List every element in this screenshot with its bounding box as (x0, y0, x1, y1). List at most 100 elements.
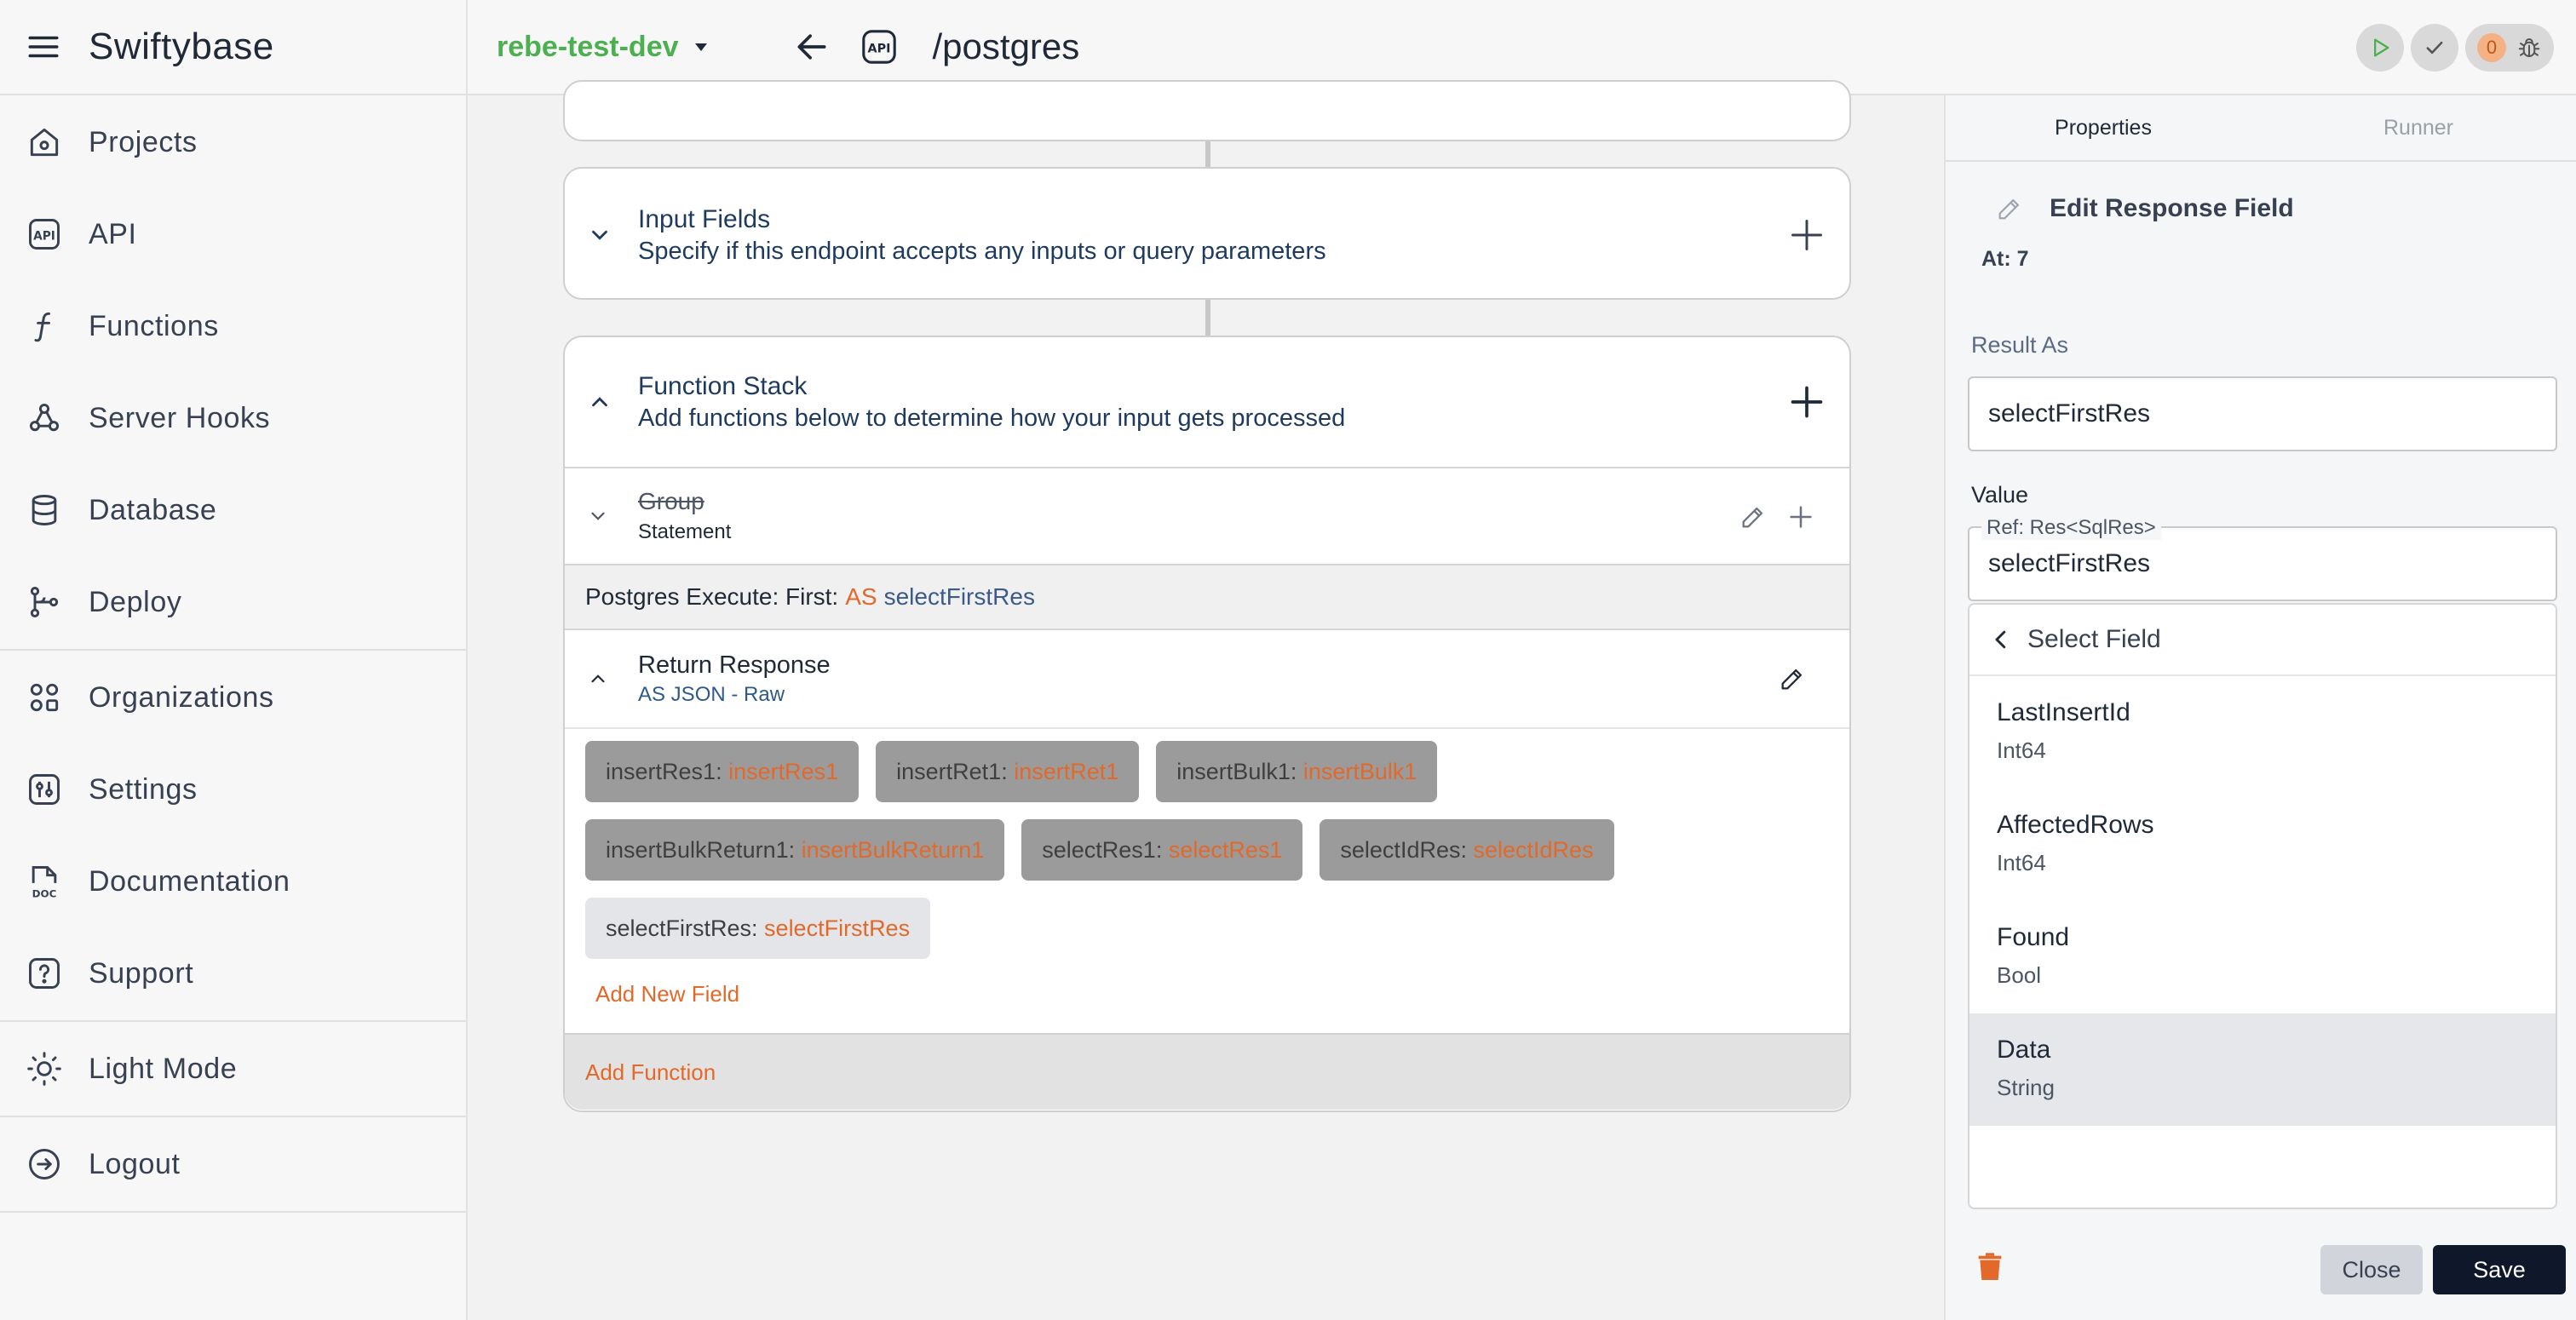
sidebar-item-support[interactable]: Support (0, 927, 466, 1019)
panel-tabs: Properties Runner (1946, 95, 2576, 162)
endpoint-path: /postgres (932, 26, 1080, 66)
api-icon: API (861, 30, 896, 64)
option-type: String (1997, 1075, 2055, 1100)
svg-text:DOC: DOC (32, 887, 57, 899)
brand-bar: Swiftybase (0, 0, 466, 95)
document-icon: DOC (32, 866, 57, 899)
sidebar-item-api[interactable]: API API (0, 188, 466, 280)
panel-title: Edit Response Field (1995, 194, 2294, 223)
sidebar-item-logout[interactable]: Logout (0, 1118, 466, 1210)
sidebar-item-light-mode[interactable]: Light Mode (0, 1023, 466, 1115)
chip-value: selectRes1 (1168, 836, 1283, 863)
sun-icon (27, 1052, 61, 1086)
response-field-chip-active[interactable]: selectFirstRes: selectFirstRes (585, 898, 931, 959)
run-button[interactable] (2356, 24, 2404, 72)
add-input-plus-icon[interactable] (1788, 216, 1826, 254)
sidebar-item-label: Settings (89, 772, 198, 806)
add-to-group-plus-icon[interactable] (1786, 502, 1815, 531)
edit-response-pencil-icon[interactable] (1778, 664, 1807, 693)
logout-icon (29, 1149, 60, 1179)
play-icon (2374, 38, 2389, 57)
save-button[interactable]: Save (2433, 1245, 2566, 1294)
option-name: AffectedRows (1997, 811, 2154, 839)
add-function-plus-icon[interactable] (1788, 383, 1826, 421)
edit-group-pencil-icon[interactable] (1739, 502, 1768, 531)
tab-runner[interactable]: Runner (2261, 95, 2576, 160)
connector (1205, 300, 1210, 336)
svg-text:API: API (33, 229, 55, 243)
project-selector[interactable]: rebe-test-dev (497, 31, 711, 64)
sidebar-item-label: Light Mode (89, 1052, 238, 1085)
nav-group-theme: Light Mode (0, 1022, 466, 1117)
response-field-chip[interactable]: selectRes1: selectRes1 (1021, 819, 1303, 881)
return-response-title: Return Response (638, 651, 831, 679)
option-type: Int64 (1997, 737, 2046, 763)
section-title: Input Fields (638, 204, 771, 233)
pencil-icon (1998, 199, 2019, 220)
nav-group-main: Projects API API Functions Server Hooks … (0, 95, 466, 651)
sidebar-item-label: API (89, 217, 137, 250)
value-label: Value (1971, 482, 2029, 508)
chip-key: selectFirstRes (606, 915, 752, 941)
response-field-chip[interactable]: selectIdRes: selectIdRes (1320, 819, 1614, 881)
dropdown-option[interactable]: Found Bool (1969, 901, 2556, 1013)
chip-key: insertRet1 (896, 758, 1002, 784)
option-name: Found (1997, 923, 2070, 951)
option-type: Bool (1997, 962, 2042, 988)
close-button[interactable]: Close (2320, 1245, 2423, 1294)
exec-as: AS (845, 583, 877, 610)
return-response-subtitle: AS JSON - Raw (638, 682, 785, 706)
add-new-field-link[interactable]: Add New Field (585, 976, 750, 1033)
option-name: Data (1997, 1036, 2051, 1064)
check-icon (2426, 41, 2443, 55)
input-fields-header[interactable]: Input Fields Specify if this endpoint ac… (565, 169, 1849, 301)
dropdown-option[interactable]: LastInsertId Int64 (1969, 676, 2556, 789)
postgres-execute-row[interactable]: Postgres Execute: First: AS selectFirstR… (565, 564, 1849, 628)
response-field-chip[interactable]: insertRet1: insertRet1 (876, 741, 1140, 802)
chevron-down-icon[interactable] (587, 505, 609, 527)
sidebar-item-deploy[interactable]: Deploy (0, 556, 466, 648)
dropdown-title: Select Field (2027, 625, 2161, 653)
help-icon (29, 958, 60, 989)
option-type: Int64 (1997, 850, 2046, 875)
chip-value: selectIdRes (1473, 836, 1594, 863)
result-as-label: Result As (1971, 332, 2069, 358)
section-subtitle: Specify if this endpoint accepts any inp… (638, 237, 1326, 265)
trash-icon[interactable] (1973, 1250, 2007, 1284)
group-statement-row[interactable]: Group Statement (565, 467, 1849, 564)
function-stack-header[interactable]: Function Stack Add functions below to de… (565, 337, 1849, 467)
menu-icon[interactable] (26, 29, 61, 65)
app-name: Swiftybase (89, 26, 274, 67)
result-as-input[interactable]: selectFirstRes (1968, 376, 2557, 451)
response-field-chip[interactable]: insertBulkReturn1: insertBulkReturn1 (585, 819, 1005, 881)
sidebar-item-documentation[interactable]: DOC Documentation (0, 835, 466, 927)
response-field-chip[interactable]: insertRes1: insertRes1 (585, 741, 860, 802)
select-field-dropdown: Select Field LastInsertId Int64 Affected… (1968, 603, 2557, 1209)
tab-properties[interactable]: Properties (1946, 95, 2261, 160)
debug-button[interactable]: 0 (2465, 24, 2554, 72)
value-ref-legend: Ref: Res<SqlRes> (1981, 516, 2161, 540)
sidebar-item-label: Organizations (89, 680, 274, 714)
chip-key: insertRes1 (606, 758, 716, 784)
sidebar-item-server-hooks[interactable]: Server Hooks (0, 372, 466, 464)
panel-title-text: Edit Response Field (2050, 194, 2294, 222)
sidebar-item-functions[interactable]: Functions (0, 280, 466, 372)
response-field-chip[interactable]: insertBulk1: insertBulk1 (1156, 741, 1438, 802)
dropdown-option[interactable]: AffectedRows Int64 (1969, 789, 2556, 901)
api-icon: API (29, 219, 60, 250)
previous-card (563, 80, 1851, 141)
select-field-back[interactable]: Select Field (1969, 605, 2556, 676)
sidebar-item-organizations[interactable]: Organizations (0, 651, 466, 743)
sidebar-item-label: Deploy (89, 585, 182, 618)
sidebar-item-label: Projects (89, 125, 198, 158)
add-function-button[interactable]: Add Function (565, 1033, 1849, 1110)
return-response-row[interactable]: Return Response AS JSON - Raw (565, 628, 1849, 727)
back-arrow-icon[interactable] (793, 28, 831, 66)
sidebar-item-projects[interactable]: Projects (0, 96, 466, 188)
sidebar-item-settings[interactable]: Settings (0, 743, 466, 835)
validate-button[interactable] (2411, 24, 2458, 72)
chevron-up-icon[interactable] (587, 668, 609, 690)
sidebar-item-database[interactable]: Database (0, 464, 466, 556)
chip-value: selectFirstRes (764, 915, 911, 941)
dropdown-option-selected[interactable]: Data String (1969, 1013, 2556, 1126)
